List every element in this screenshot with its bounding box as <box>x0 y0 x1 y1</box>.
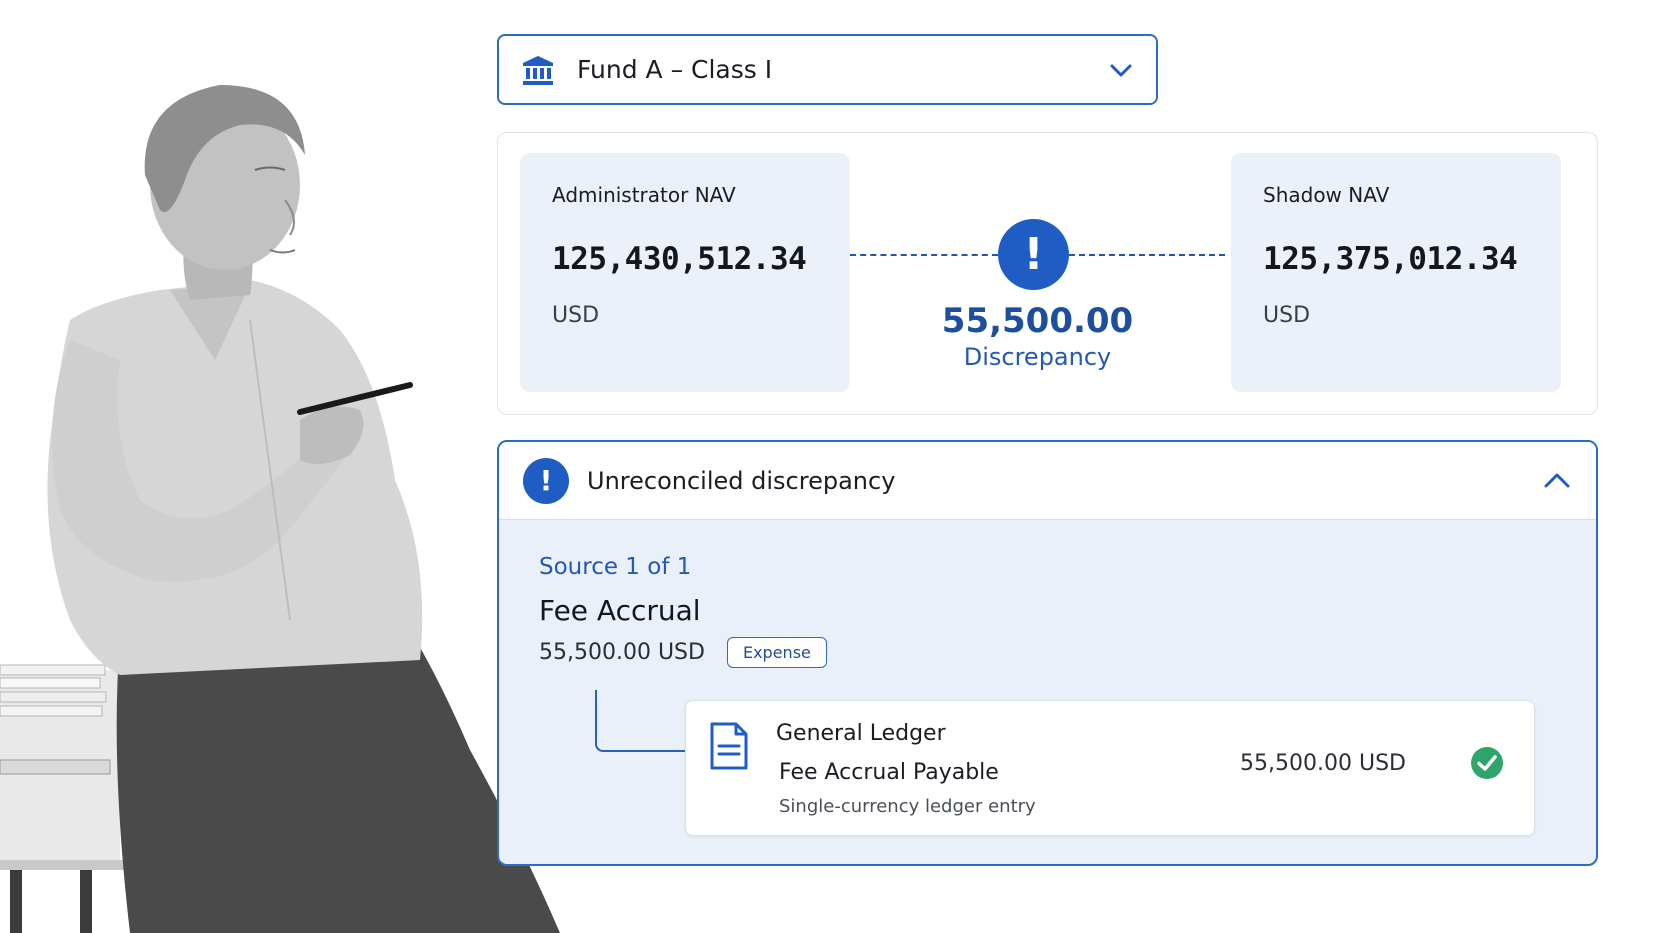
connector-dash-right <box>1069 254 1225 256</box>
bank-icon <box>523 55 553 85</box>
exclamation-icon: ! <box>523 457 569 504</box>
connector-dash-left <box>850 254 998 256</box>
discrepancy-value: 55,500.00 <box>941 301 1134 341</box>
discrepancy-panel-title: Unreconciled discrepancy <box>587 466 896 495</box>
ledger-title: General Ledger <box>776 721 946 746</box>
document-icon <box>710 722 748 770</box>
ledger-entry-card[interactable]: General Ledger Fee Accrual Payable Singl… <box>685 700 1535 836</box>
fund-selector-dropdown[interactable]: Fund A – Class I <box>497 34 1158 105</box>
discrepancy-panel: ! Unreconciled discrepancy Source 1 of 1… <box>497 440 1598 866</box>
administrator-nav-box: Administrator NAV 125,430,512.34 USD <box>520 153 850 392</box>
source-count: Source 1 of 1 <box>539 554 692 580</box>
source-row: 55,500.00 USD Expense <box>539 637 1556 668</box>
administrator-nav-title: Administrator NAV <box>552 183 736 207</box>
tree-connector <box>595 690 685 752</box>
source-amount: 55,500.00 USD <box>539 640 705 665</box>
discrepancy-label: Discrepancy <box>963 343 1112 371</box>
check-circle-icon <box>1471 747 1503 779</box>
nav-comparison-card: Administrator NAV 125,430,512.34 USD ! 5… <box>497 132 1598 415</box>
chevron-up-icon[interactable] <box>1542 466 1572 496</box>
fund-selector-label: Fund A – Class I <box>577 55 773 84</box>
administrator-nav-currency: USD <box>552 303 600 328</box>
ledger-description: Single-currency ledger entry <box>779 796 1036 817</box>
administrator-nav-value: 125,430,512.34 <box>552 241 807 277</box>
person-photo <box>0 85 560 933</box>
shadow-nav-title: Shadow NAV <box>1263 183 1390 207</box>
shadow-nav-box: Shadow NAV 125,375,012.34 USD <box>1231 153 1561 392</box>
ledger-amount: 55,500.00 USD <box>1240 751 1406 776</box>
ledger-account: Fee Accrual Payable <box>779 760 999 785</box>
discrepancy-panel-header[interactable]: ! Unreconciled discrepancy <box>499 442 1596 520</box>
exclamation-icon: ! <box>998 219 1069 290</box>
chevron-down-icon[interactable] <box>1108 57 1134 83</box>
shadow-nav-value: 125,375,012.34 <box>1263 241 1518 277</box>
discrepancy-panel-body: Source 1 of 1 Fee Accrual 55,500.00 USD … <box>499 520 1596 836</box>
shadow-nav-currency: USD <box>1263 303 1311 328</box>
expense-tag: Expense <box>726 637 827 668</box>
source-name: Fee Accrual <box>539 594 701 627</box>
